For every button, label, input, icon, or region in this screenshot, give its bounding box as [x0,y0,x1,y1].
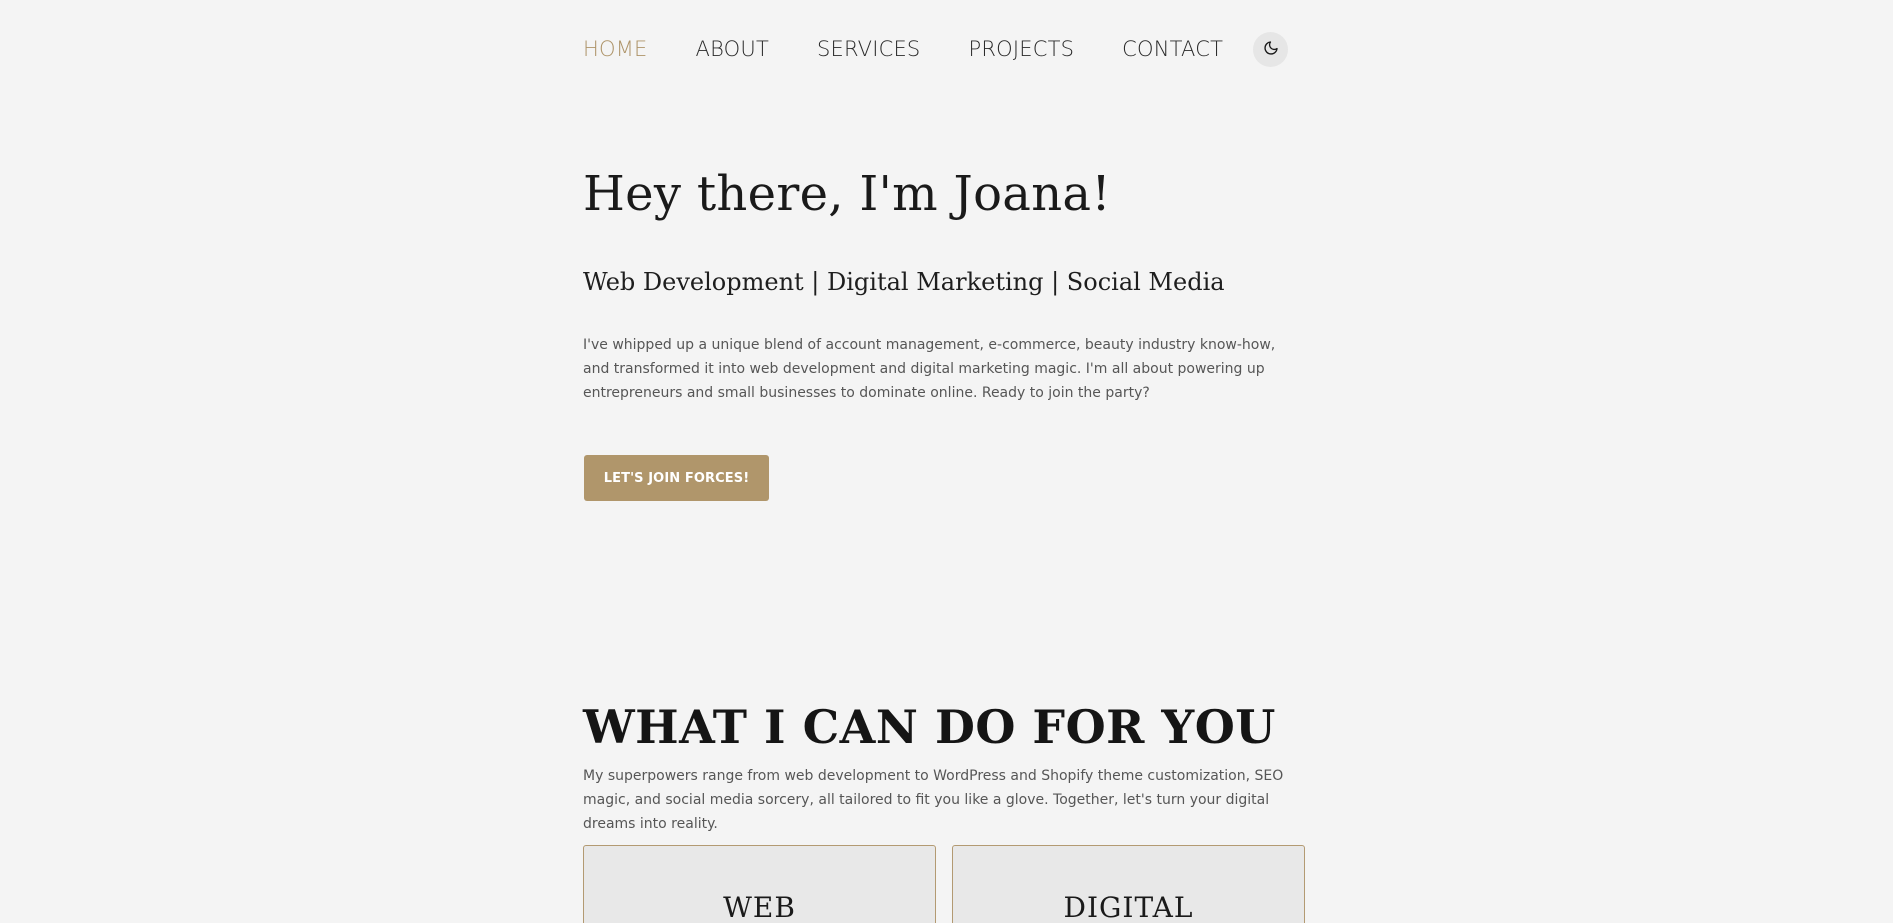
nav-item-projects[interactable]: PROJECTS [968,37,1074,61]
service-card-title: DIGITAL [1063,891,1194,923]
nav-item-contact[interactable]: CONTACT [1122,37,1223,61]
hero-subtitle: Web Development | Digital Marketing | So… [583,268,1225,296]
nav-item-home[interactable]: HOME [583,37,648,61]
service-card-title: WEB [723,891,796,923]
services-description: My superpowers range from web developmen… [583,768,1284,832]
page: HOME ABOUT SERVICES PROJECTS CONTACT Hey… [0,0,1893,923]
join-forces-button[interactable]: LET'S JOIN FORCES! [584,455,769,501]
service-card-web[interactable]: WEB [583,845,936,923]
hero-title: Hey there, I'm Joana! [583,166,1111,222]
nav-item-about[interactable]: ABOUT [696,37,769,61]
theme-toggle-button[interactable] [1253,32,1288,67]
hero-description: I've whipped up a unique blend of accoun… [583,337,1276,401]
nav-item-services[interactable]: SERVICES [817,37,920,61]
moon-icon [1263,40,1279,59]
services-section-title: WHAT I CAN DO FOR YOU [583,700,1276,754]
service-card-digital[interactable]: DIGITAL [952,845,1305,923]
main-nav: HOME ABOUT SERVICES PROJECTS CONTACT [583,30,1289,68]
